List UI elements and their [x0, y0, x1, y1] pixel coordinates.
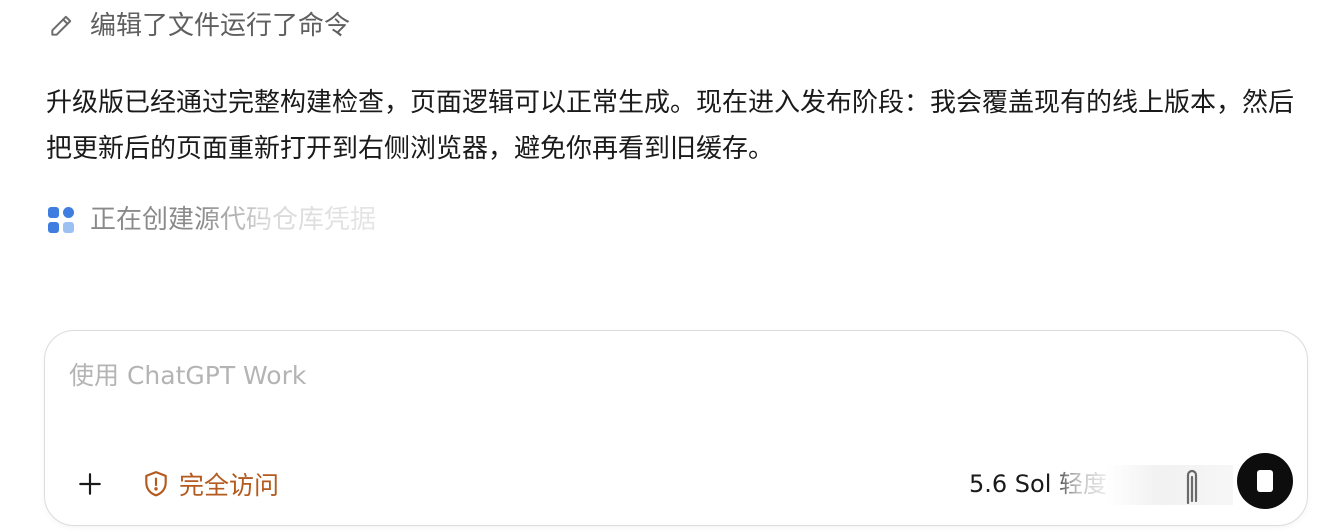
model-selector[interactable]: 5.6 Sol 轻度: [969, 467, 1107, 501]
activity-creating-label: 正在创建源代码仓库凭据: [90, 205, 377, 235]
pencil-icon: [46, 11, 76, 41]
stop-icon: [1257, 470, 1273, 492]
assistant-message: 升级版已经通过完整构建检查，页面逻辑可以正常生成。现在进入发布阶段：我会覆盖现有…: [46, 88, 1295, 164]
apps-grid-icon: [46, 205, 76, 235]
paperclip-icon: [1186, 469, 1198, 505]
activity-creating-row: 正在创建源代码仓库凭据: [46, 204, 376, 236]
composer-box: 完全访问 5.6 Sol 轻度: [44, 330, 1308, 526]
plus-icon: [79, 473, 101, 495]
attach-button[interactable]: [1179, 465, 1205, 509]
activity-edited-label: 编辑了文件运行了命令: [90, 11, 351, 41]
full-access-button[interactable]: 完全访问: [143, 465, 279, 503]
shield-alert-icon: [145, 471, 167, 497]
activity-edited-row[interactable]: 编辑了文件运行了命令: [46, 10, 350, 42]
chat-page: 编辑了文件运行了命令 升级版已经通过完整构建检查，页面逻辑可以正常生成。现在进入…: [0, 0, 1330, 532]
add-button[interactable]: [71, 465, 109, 503]
fade-overlay: [1107, 465, 1233, 505]
full-access-label: 完全访问: [179, 471, 280, 500]
prompt-input[interactable]: [69, 361, 1169, 390]
stop-button[interactable]: [1237, 453, 1293, 509]
